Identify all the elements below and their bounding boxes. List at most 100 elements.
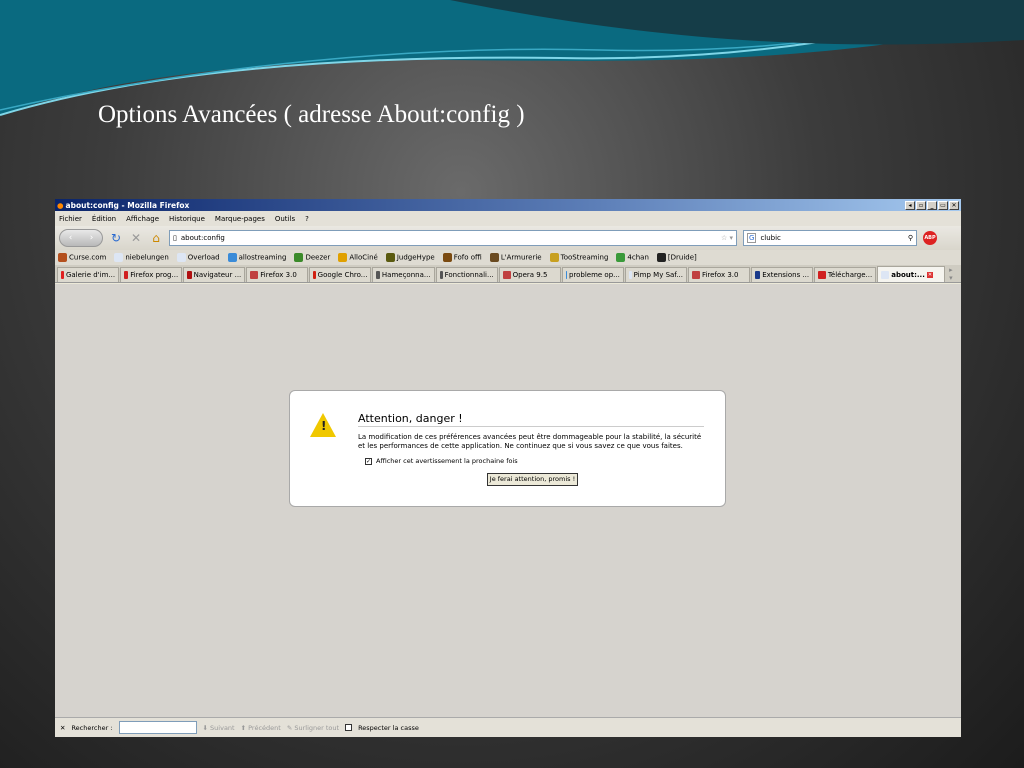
bookmark-item[interactable]: L'Armurerie	[489, 253, 542, 262]
tab-label: Galerie d'im...	[65, 271, 116, 279]
tab-label: Hameçonna...	[381, 271, 431, 279]
match-case-checkbox[interactable]	[345, 724, 353, 731]
reload-icon[interactable]: ↻	[109, 231, 123, 245]
bookmark-icon	[442, 253, 452, 262]
find-next-button[interactable]: ⬇ Suivant	[203, 724, 235, 732]
tab-label: about:...	[891, 270, 925, 279]
bookmark-item[interactable]: Fofo offi	[442, 253, 482, 262]
bookmark-item[interactable]: [Druide]	[656, 253, 697, 262]
warning-dialog: ! Attention, danger ! La modification de…	[289, 390, 726, 507]
bookmark-label: Deezer	[305, 253, 331, 262]
dialog-text: La modification de ces préférences avanc…	[358, 433, 702, 450]
tab[interactable]: Extensions ...	[751, 267, 814, 282]
find-bar: ✕ Rechercher : ⬇ Suivant ⬆ Précédent ✎ S…	[55, 717, 961, 737]
minimize-button[interactable]: _	[927, 200, 937, 210]
tab-bar: Galerie d'im... Firefox prog... Navigateur…	[55, 265, 961, 283]
highlight-label: Surligner tout	[294, 723, 340, 732]
bookmark-label: AlloCiné	[349, 253, 378, 262]
tab-scroll-icon[interactable]: ▸ ▾	[946, 266, 961, 282]
tab-favicon	[250, 271, 259, 279]
firefox-icon: ●	[57, 200, 64, 210]
menu-help[interactable]: ?	[305, 215, 309, 223]
bookmark-item[interactable]: AlloCiné	[338, 253, 378, 262]
find-input[interactable]	[118, 721, 197, 734]
bookmark-item[interactable]: TooStreaming	[549, 253, 608, 262]
menu-fichier[interactable]: Fichier	[59, 215, 82, 223]
home-icon[interactable]: ⌂	[149, 231, 163, 245]
menu-outils[interactable]: Outils	[275, 215, 295, 223]
bookmark-icon	[489, 253, 499, 262]
highlight-all-button[interactable]: ✎ Surligner tout	[287, 724, 339, 732]
stop-icon[interactable]: ✕	[129, 231, 143, 245]
search-bar[interactable]: G clubic ⚲	[743, 230, 917, 246]
accept-risk-button[interactable]: Je ferai attention, promis !	[487, 473, 578, 486]
tab-label: Opera 9.5	[512, 271, 548, 279]
window-extra-button-2[interactable]: ▫	[916, 200, 926, 210]
tab[interactable]: Firefox 3.0	[246, 267, 309, 282]
tab[interactable]: Fonctionnali...	[435, 267, 498, 282]
bookmark-item[interactable]: Deezer	[294, 253, 330, 262]
show-warning-checkbox[interactable]: ✓ Afficher cet avertissement la prochaine…	[365, 457, 518, 465]
bookmark-item[interactable]: niebelungen	[114, 253, 169, 262]
bookmark-item[interactable]: Overload	[176, 253, 220, 262]
tab[interactable]: Pimp My Saf...	[624, 267, 687, 282]
tab[interactable]: Hameçonna...	[372, 267, 435, 282]
back-icon[interactable]: ‹	[69, 233, 73, 243]
bookmark-label: Curse.com	[69, 253, 107, 262]
menu-historique[interactable]: Historique	[169, 215, 205, 223]
magnifier-icon[interactable]: ⚲	[908, 234, 913, 242]
tab[interactable]: Navigateur ...	[183, 267, 246, 282]
bookmark-icon	[656, 253, 666, 262]
checkbox-checked-icon[interactable]: ✓	[365, 457, 372, 465]
tab[interactable]: Opera 9.5	[498, 267, 561, 282]
tab-label: Pimp My Saf...	[633, 271, 683, 279]
bookmark-icon	[58, 253, 67, 262]
tab[interactable]: Télécharge...	[814, 267, 877, 282]
tab[interactable]: Google Chro...	[309, 267, 372, 282]
tab-favicon	[439, 271, 443, 279]
bookmark-label: niebelungen	[125, 253, 169, 262]
tab-favicon	[818, 271, 826, 279]
url-bar[interactable]: ▯ about:config ☆ ▾	[169, 230, 737, 246]
bookmark-icon	[385, 253, 395, 262]
close-button[interactable]: ✕	[949, 200, 959, 210]
tab-close-icon[interactable]: ✕	[926, 271, 934, 278]
bookmark-icon	[227, 253, 237, 262]
menu-edition[interactable]: Édition	[92, 215, 116, 223]
forward-icon[interactable]: ›	[90, 233, 94, 243]
tab[interactable]: probleme op...	[561, 267, 624, 282]
close-find-icon[interactable]: ✕	[60, 724, 65, 732]
dialog-title: Attention, danger !	[358, 412, 704, 427]
menu-marque-pages[interactable]: Marque-pages	[215, 215, 265, 223]
menu-affichage[interactable]: Affichage	[126, 215, 159, 223]
url-text: about:config	[180, 234, 225, 242]
find-prev-button[interactable]: ⬆ Précédent	[241, 724, 281, 732]
tab[interactable]: Galerie d'im...	[57, 267, 120, 282]
slide-title: Options Avancées ( adresse About:config …	[98, 101, 525, 128]
tab[interactable]: Firefox prog...	[120, 267, 183, 282]
window-extra-button[interactable]: ◂	[905, 200, 915, 210]
tab-favicon	[565, 271, 567, 279]
bookmark-item[interactable]: allostreaming	[227, 253, 286, 262]
adblock-button[interactable]: ABP	[923, 231, 937, 245]
tab[interactable]: about:... ✕	[877, 266, 946, 282]
tab-label: Google Chro...	[317, 271, 368, 279]
bookmark-label: Fofo offi	[453, 253, 482, 262]
tab-label: Firefox 3.0	[260, 271, 297, 279]
match-case-label: Respecter la casse	[358, 723, 419, 732]
warning-icon: !	[310, 413, 336, 437]
bookmark-item[interactable]: Curse.com	[58, 253, 106, 262]
bookmark-item[interactable]: JudgeHype	[385, 253, 435, 262]
tab-label: Fonctionnali...	[444, 271, 494, 279]
bookmark-label: JudgeHype	[396, 253, 435, 262]
tab-favicon	[376, 271, 380, 279]
maximize-button[interactable]: ▭	[938, 200, 948, 210]
tab[interactable]: Firefox 3.0	[687, 267, 751, 282]
tab-label: probleme op...	[568, 271, 620, 279]
bookmark-item[interactable]: 4chan	[616, 253, 649, 262]
search-engine-icon[interactable]: G	[747, 233, 757, 243]
star-icon[interactable]: ☆ ▾	[721, 234, 733, 242]
navigation-toolbar: ‹ › ↻ ✕ ⌂ ▯ about:config ☆ ▾ G clubic ⚲ A…	[55, 226, 961, 250]
tab-label: Extensions ...	[762, 271, 810, 279]
back-forward-buttons[interactable]: ‹ ›	[59, 229, 103, 247]
